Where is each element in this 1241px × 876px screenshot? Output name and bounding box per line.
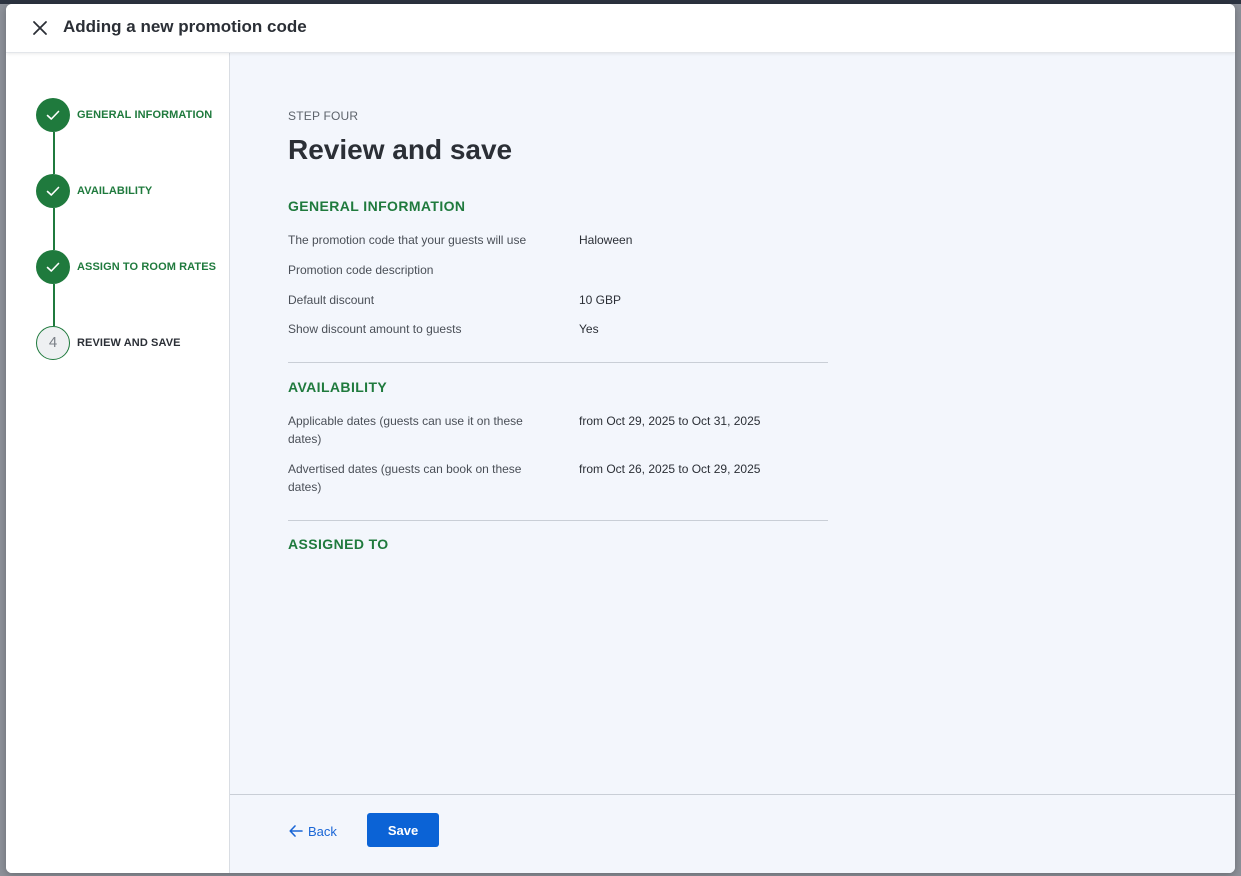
step-connector — [53, 132, 55, 174]
step-eyebrow: STEP FOUR — [288, 109, 359, 123]
review-row-label: Show discount amount to guests — [288, 322, 462, 336]
step-connector — [53, 208, 55, 250]
review-content: STEP FOUR Review and save GENERAL INFORM… — [230, 53, 1235, 794]
modal-title: Adding a new promotion code — [63, 17, 307, 36]
section-title-general-information: GENERAL INFORMATION — [288, 198, 466, 214]
step-number: 4 — [48, 334, 58, 351]
section-title-availability: AVAILABILITY — [288, 379, 388, 395]
step-availability[interactable]: AVAILABILITY — [36, 174, 226, 208]
section-divider — [288, 362, 828, 363]
step-connector — [53, 284, 55, 326]
review-row-value: Yes — [579, 322, 599, 336]
save-button[interactable]: Save — [367, 813, 439, 847]
arrow-left-icon — [289, 825, 303, 837]
section-divider — [288, 520, 828, 521]
promotion-code-modal: Adding a new promotion code GENERAL INFO… — [6, 4, 1235, 873]
modal-header: Adding a new promotion code — [6, 4, 1235, 53]
review-row-label: Promotion code description — [288, 263, 434, 277]
review-row-value: 10 GBP — [579, 293, 622, 307]
step-assign-to-room-rates[interactable]: ASSIGN TO ROOM RATES — [36, 250, 226, 284]
review-row-value: from Oct 26, 2025 to Oct 29, 2025 — [579, 462, 761, 476]
checkmark-icon — [46, 262, 60, 272]
step-label: AVAILABILITY — [77, 185, 153, 197]
review-row-label: Default discount — [288, 293, 375, 307]
review-row-label: The promotion code that your guests will… — [288, 233, 527, 247]
step-completed-indicator — [36, 174, 70, 208]
checkmark-icon — [46, 186, 60, 196]
checkmark-icon — [46, 110, 60, 120]
wizard-footer: Back Save — [230, 794, 1235, 873]
step-label: GENERAL INFORMATION — [77, 109, 213, 121]
step-label: ASSIGN TO ROOM RATES — [77, 261, 217, 273]
review-row-value: from Oct 29, 2025 to Oct 31, 2025 — [579, 414, 761, 428]
step-label: REVIEW AND SAVE — [77, 337, 181, 349]
step-general-information[interactable]: GENERAL INFORMATION — [36, 98, 226, 132]
review-row-label: Applicable dates (guests can use it on t… — [288, 414, 523, 446]
step-current-indicator: 4 — [36, 326, 70, 360]
wizard-stepper: GENERAL INFORMATION AVAILABILITY ASSIGN … — [6, 53, 230, 873]
review-row-label: Advertised dates (guests can book on the… — [288, 462, 522, 494]
page-title: Review and save — [288, 134, 513, 165]
review-row-value: Haloween — [579, 233, 633, 247]
step-completed-indicator — [36, 98, 70, 132]
step-completed-indicator — [36, 250, 70, 284]
back-button-label: Back — [308, 824, 337, 839]
close-icon[interactable] — [30, 18, 50, 38]
section-title-assigned-to: ASSIGNED TO — [288, 536, 389, 552]
step-review-and-save: 4 REVIEW AND SAVE — [36, 326, 226, 360]
